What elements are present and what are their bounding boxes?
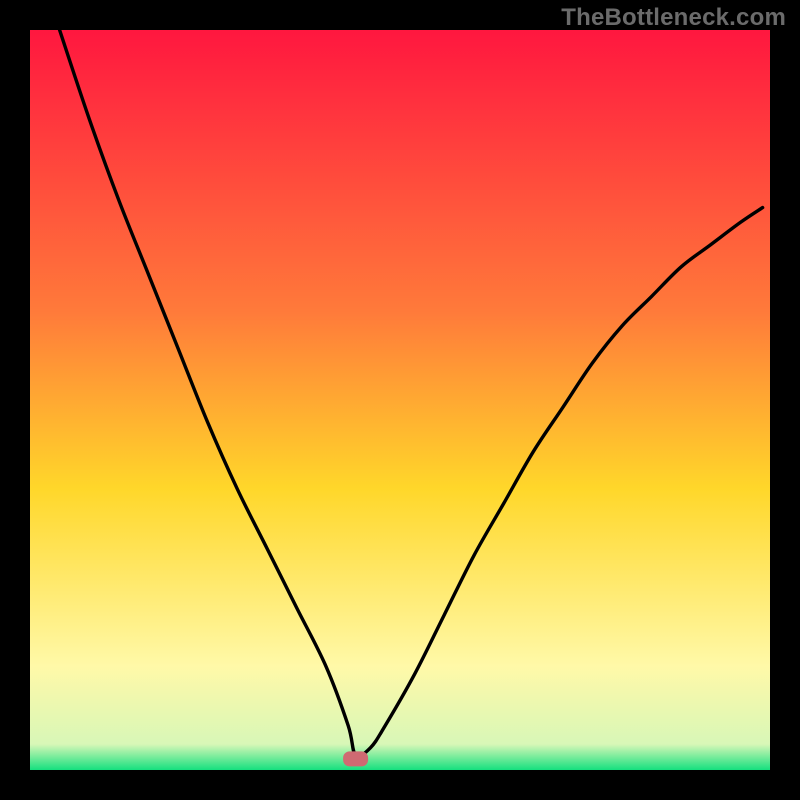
chart-frame: TheBottleneck.com	[0, 0, 800, 800]
watermark-text: TheBottleneck.com	[561, 4, 786, 32]
gradient-background	[30, 30, 770, 770]
optimum-marker	[344, 752, 368, 766]
chart-svg	[30, 30, 770, 770]
plot-area	[30, 30, 770, 770]
